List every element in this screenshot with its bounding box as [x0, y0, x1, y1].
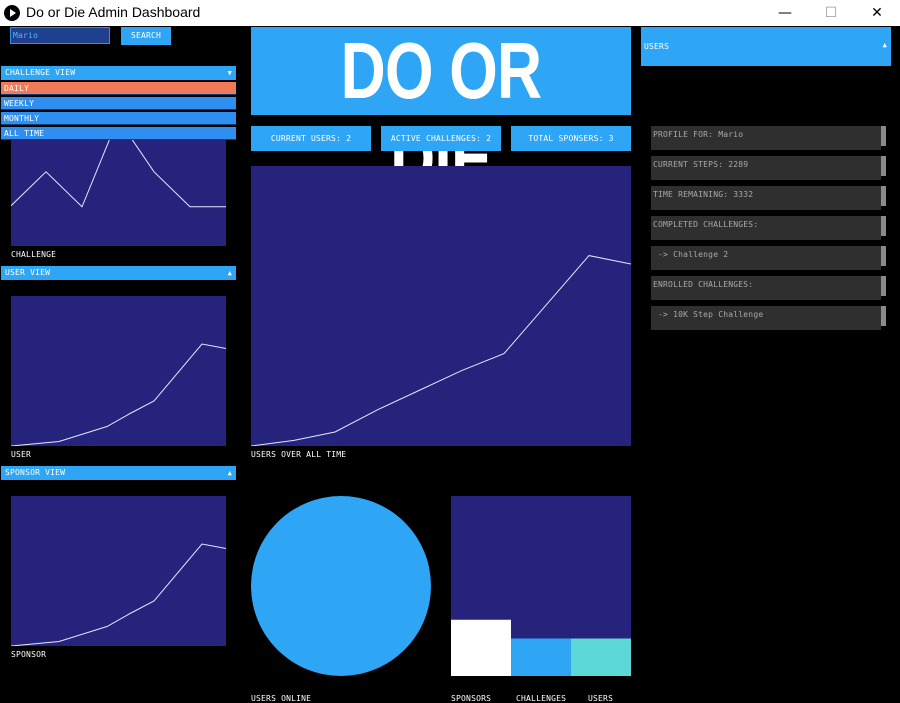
user-line-chart	[10, 343, 227, 447]
users-over-time-label: USERS OVER ALL TIME	[251, 450, 347, 459]
scrollbar[interactable]	[881, 306, 886, 326]
scrollbar[interactable]	[881, 156, 886, 176]
chevron-up-icon: ▲	[227, 269, 232, 277]
users-dropdown-label: USERS	[644, 42, 670, 51]
scrollbar[interactable]	[881, 276, 886, 296]
chevron-up-icon: ▲	[227, 469, 232, 477]
option-all-time[interactable]: ALL TIME	[1, 127, 236, 140]
profile-row-name: PROFILE FOR: Mario	[651, 126, 886, 150]
app-play-icon	[4, 5, 20, 21]
scrollbar[interactable]	[881, 186, 886, 206]
challenge-line-chart	[10, 117, 226, 208]
users-online-label: USERS ONLINE	[251, 694, 312, 703]
user-chart	[10, 296, 227, 447]
bar-label-challenges: CHALLENGES	[516, 694, 567, 703]
chevron-up-icon: ▲	[882, 41, 887, 49]
challenge-series-line	[10, 117, 226, 208]
totals-bar-chart-svg	[451, 619, 631, 676]
search-button[interactable]: SEARCH	[121, 27, 171, 45]
user-chart-label: USER	[11, 450, 32, 459]
profile-row-steps: CURRENT STEPS: 2289	[651, 156, 886, 180]
users-over-time-chart	[250, 166, 632, 447]
current-users-stat: CURRENT USERS: 2	[251, 126, 371, 151]
scrollbar[interactable]	[881, 246, 886, 266]
option-daily[interactable]: DAILY	[1, 82, 236, 95]
profile-row-enrolled: ENROLLED CHALLENGES:	[651, 276, 886, 300]
sponsor-view-dropdown[interactable]: SPONSOR VIEW ▲	[1, 466, 236, 480]
title-bar: Do or Die Admin Dashboard — ☐ ✕	[0, 0, 900, 26]
totals-bar-chart	[451, 496, 631, 676]
bar-label-sponsors: SPONSORS	[451, 694, 492, 703]
bar-label-users: USERS	[588, 694, 614, 703]
challenge-view-dropdown[interactable]: CHALLENGE VIEW ▼	[1, 66, 236, 80]
profile-row-enrolled-item: -> 10K Step Challenge	[651, 306, 886, 330]
users-over-time-line-chart	[250, 255, 632, 447]
users-dropdown[interactable]: USERS ▲	[641, 27, 891, 66]
user-view-dropdown[interactable]: USER VIEW ▲	[1, 266, 236, 280]
search-input[interactable]: Mario	[10, 27, 110, 44]
sponsor-series-line	[10, 543, 227, 647]
sponsor-line-chart	[10, 543, 227, 647]
sponsor-view-label: SPONSOR VIEW	[5, 468, 66, 477]
app-logo: DO OR DIE	[251, 27, 631, 203]
bar-challenges	[511, 638, 571, 676]
users-online-chart	[251, 496, 431, 676]
challenge-chart	[10, 117, 226, 246]
profile-row-completed-item: -> Challenge 2	[651, 246, 886, 270]
user-view-label: USER VIEW	[5, 268, 51, 277]
users-over-time-series-line	[250, 255, 632, 447]
window-title: Do or Die Admin Dashboard	[26, 4, 201, 20]
chevron-down-icon: ▼	[227, 69, 232, 77]
close-button[interactable]: ✕	[854, 0, 900, 26]
maximize-button[interactable]: ☐	[808, 0, 854, 26]
sponsor-chart-label: SPONSOR	[11, 650, 47, 659]
minimize-button[interactable]: —	[762, 0, 808, 26]
challenge-chart-label: CHALLENGE	[11, 250, 57, 259]
profile-row-completed: COMPLETED CHALLENGES:	[651, 216, 886, 240]
scrollbar[interactable]	[881, 126, 886, 146]
active-challenges-stat: ACTIVE CHALLENGES: 2	[381, 126, 501, 151]
option-weekly[interactable]: WEEKLY	[1, 97, 236, 110]
scrollbar[interactable]	[881, 216, 886, 236]
total-sponsors-stat: TOTAL SPONSERS: 3	[511, 126, 631, 151]
sponsor-chart	[10, 496, 227, 647]
bar-users	[571, 638, 631, 676]
pie-slice-users-online	[251, 496, 431, 676]
profile-row-time: TIME REMAINING: 3332	[651, 186, 886, 210]
bar-sponsors	[451, 619, 511, 676]
option-monthly[interactable]: MONTHLY	[1, 112, 236, 125]
user-series-line	[10, 343, 227, 447]
challenge-view-label: CHALLENGE VIEW	[5, 68, 76, 77]
